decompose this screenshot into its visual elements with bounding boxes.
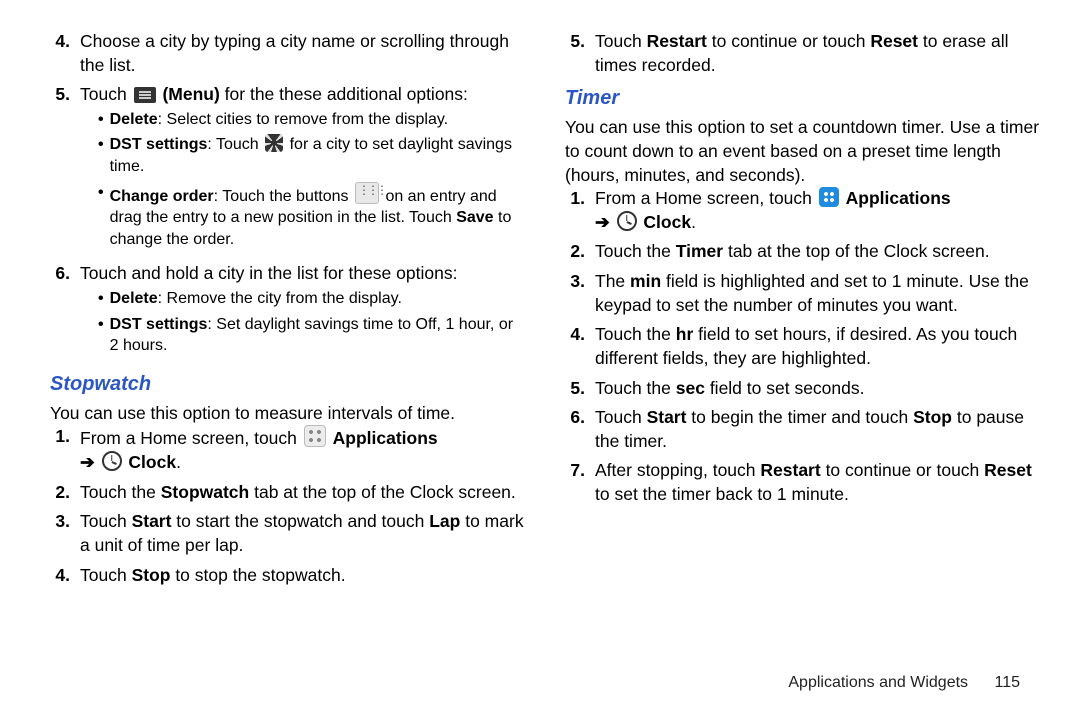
page-footer: Applications and Widgets 115 bbox=[788, 674, 1020, 692]
sw-step-1: 1. From a Home screen, touch Application… bbox=[50, 425, 525, 474]
bullet-change-order: Change order: Touch the buttons on an en… bbox=[98, 182, 525, 251]
step-4: 4. Choose a city by typing a city name o… bbox=[50, 30, 525, 77]
left-column: 4. Choose a city by typing a city name o… bbox=[50, 30, 525, 593]
sw-step-3: 3. Touch Start to start the stopwatch an… bbox=[50, 510, 525, 557]
apps-icon bbox=[819, 187, 839, 207]
step-5-right: 5. Touch Restart to continue or touch Re… bbox=[565, 30, 1040, 77]
tm-step-6: 6. Touch Start to begin the timer and to… bbox=[565, 406, 1040, 453]
ordered-list: 4. Choose a city by typing a city name o… bbox=[50, 30, 525, 363]
step-text: Touch and hold a city in the list for th… bbox=[80, 262, 525, 362]
bullet-dst: DST settings: Touch for a city to set da… bbox=[98, 134, 525, 177]
ordered-list: 5. Touch Restart to continue or touch Re… bbox=[565, 30, 1040, 77]
tm-step-2: 2. Touch the Timer tab at the top of the… bbox=[565, 240, 1040, 264]
bullet-delete: Delete: Select cities to remove from the… bbox=[98, 109, 525, 131]
section-name: Applications and Widgets bbox=[788, 674, 968, 691]
tm-step-5: 5. Touch the sec field to set seconds. bbox=[565, 377, 1040, 401]
tm-step-7: 7. After stopping, touch Restart to cont… bbox=[565, 459, 1040, 506]
stopwatch-intro: You can use this option to measure inter… bbox=[50, 402, 525, 426]
apps-icon bbox=[304, 425, 326, 447]
timer-intro: You can use this option to set a countdo… bbox=[565, 116, 1040, 187]
step-number: 6. bbox=[50, 262, 70, 362]
step-text: Choose a city by typing a city name or s… bbox=[80, 30, 525, 77]
stopwatch-steps: 1. From a Home screen, touch Application… bbox=[50, 425, 525, 587]
bullet-delete-2: Delete: Remove the city from the display… bbox=[98, 288, 525, 310]
step-number: 4. bbox=[50, 30, 70, 77]
tm-step-4: 4. Touch the hr field to set hours, if d… bbox=[565, 323, 1040, 370]
bullet-dst-2: DST settings: Set daylight savings time … bbox=[98, 314, 525, 357]
menu-icon bbox=[134, 87, 156, 103]
step-number: 5. bbox=[50, 83, 70, 256]
clock-icon bbox=[617, 211, 637, 231]
sw-step-2: 2. Touch the Stopwatch tab at the top of… bbox=[50, 481, 525, 505]
clock-icon bbox=[102, 451, 122, 471]
heading-timer: Timer bbox=[565, 85, 1040, 112]
step-6: 6. Touch and hold a city in the list for… bbox=[50, 262, 525, 362]
drag-handle-icon bbox=[355, 182, 379, 204]
manual-page: 4. Choose a city by typing a city name o… bbox=[0, 0, 1080, 593]
sub-bullets: Delete: Remove the city from the display… bbox=[98, 288, 525, 357]
heading-stopwatch: Stopwatch bbox=[50, 371, 525, 398]
tm-step-3: 3. The min field is highlighted and set … bbox=[565, 270, 1040, 317]
right-column: 5. Touch Restart to continue or touch Re… bbox=[565, 30, 1040, 593]
sw-step-4: 4. Touch Stop to stop the stopwatch. bbox=[50, 564, 525, 588]
page-number: 115 bbox=[994, 674, 1020, 691]
step-text: Touch (Menu) for the these additional op… bbox=[80, 83, 525, 256]
timer-steps: 1. From a Home screen, touch Application… bbox=[565, 187, 1040, 507]
gear-icon bbox=[265, 134, 283, 152]
tm-step-1: 1. From a Home screen, touch Application… bbox=[565, 187, 1040, 234]
sub-bullets: Delete: Select cities to remove from the… bbox=[98, 109, 525, 251]
step-5: 5. Touch (Menu) for the these additional… bbox=[50, 83, 525, 256]
